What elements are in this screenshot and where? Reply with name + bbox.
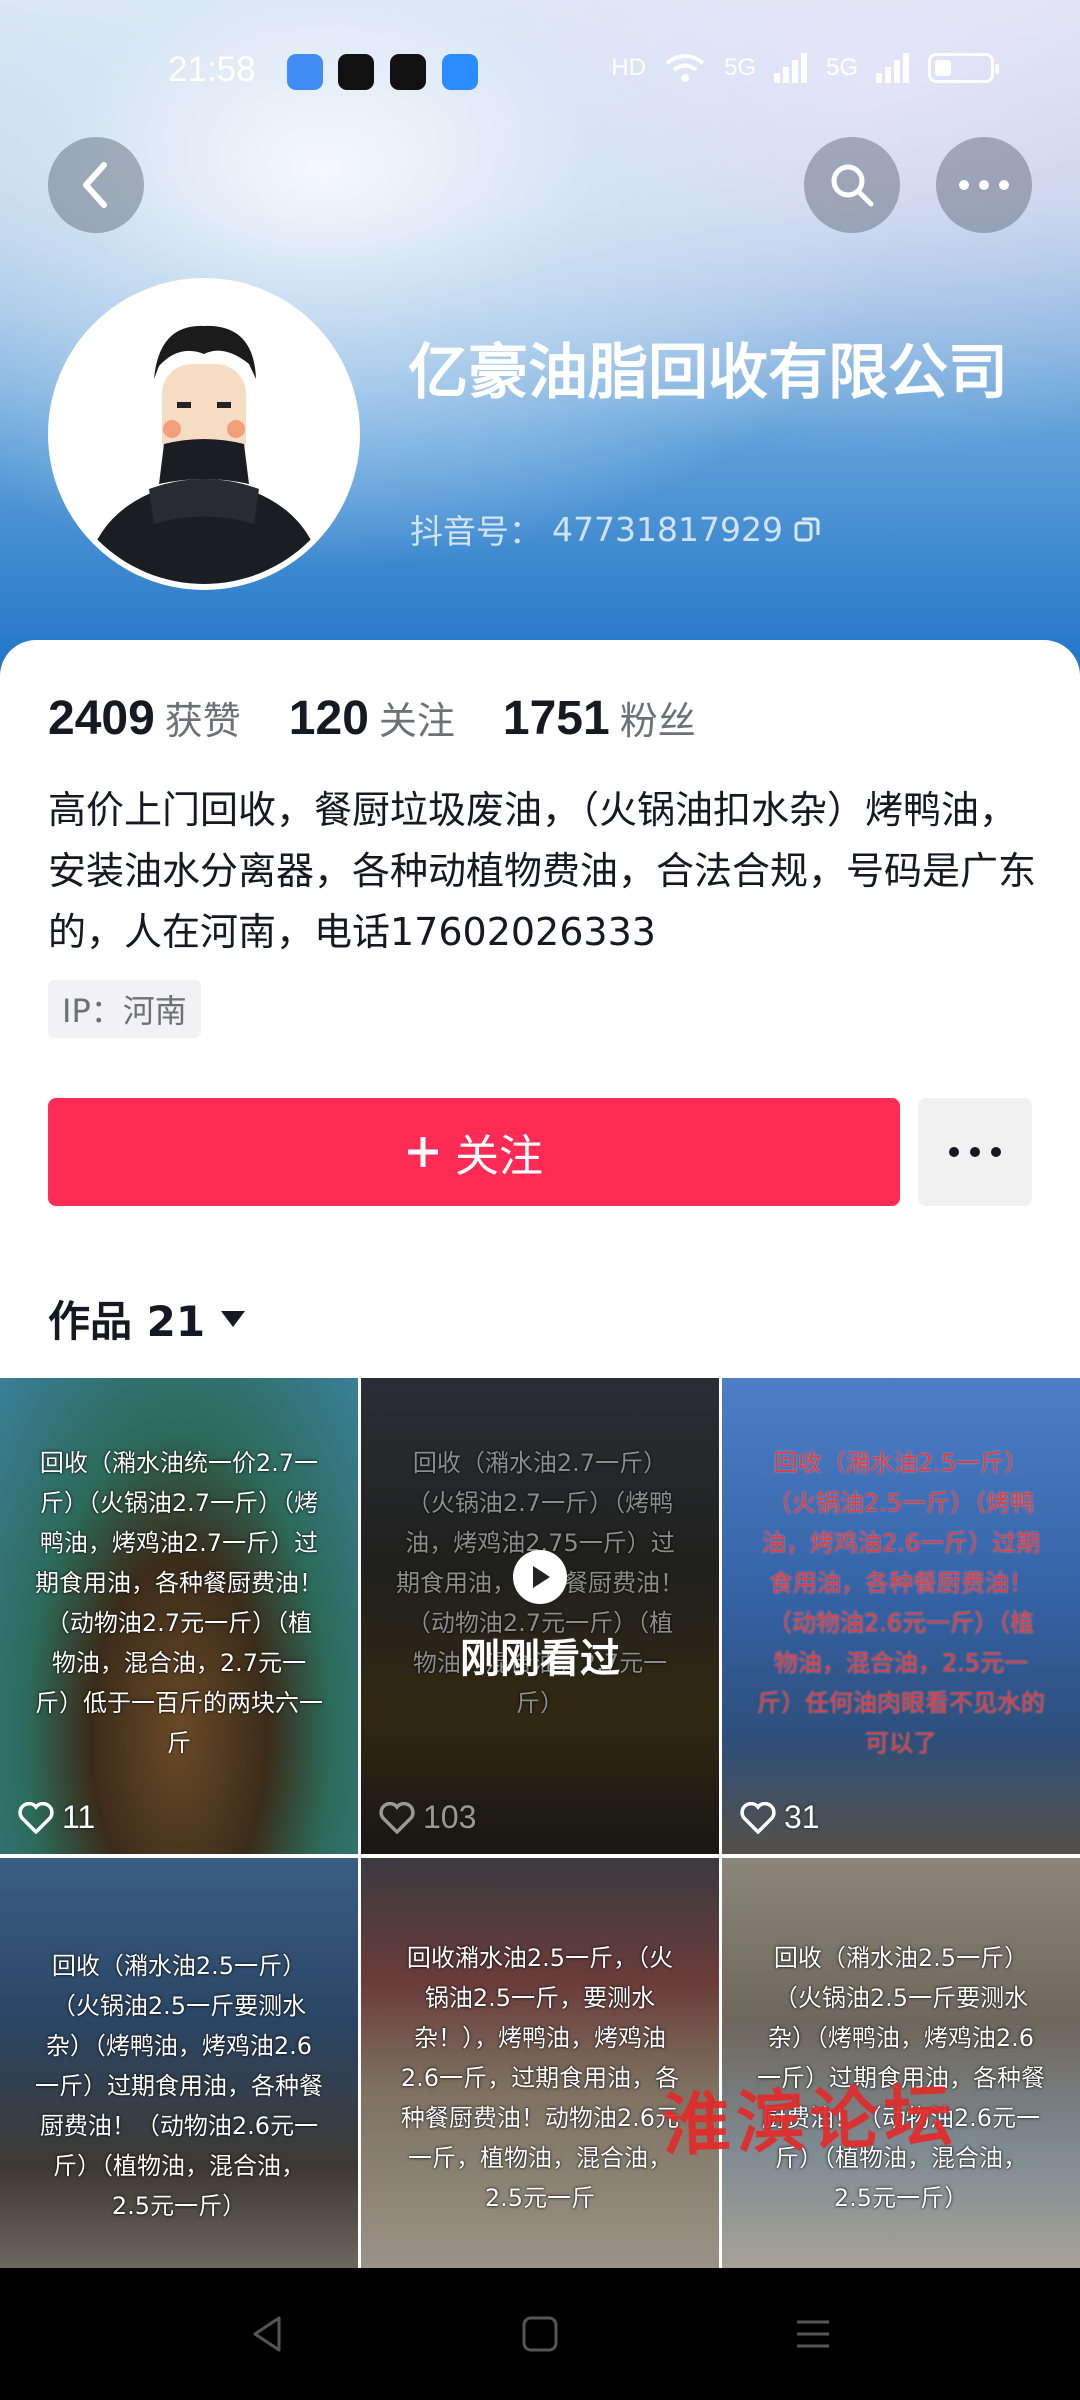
stat-likes[interactable]: 2409 获赞	[48, 690, 241, 746]
ip-location-tag: IP：河南	[48, 980, 201, 1038]
video-caption: 回收（潲水油2.5一斤）（火锅油2.5一斤要测水杂）（烤鸭油，烤鸡油2.6一斤）…	[35, 1952, 323, 2220]
stat-following[interactable]: 120 关注	[289, 690, 455, 746]
more-options-button[interactable]	[936, 137, 1032, 233]
video-likes-count: 11	[62, 1799, 96, 1835]
signal-icon	[773, 53, 807, 83]
back-button[interactable]	[48, 137, 144, 233]
weather-app-icon	[287, 54, 323, 90]
video-likes-count: 31	[784, 1799, 820, 1835]
forum-watermark: 淮滨论坛	[660, 2075, 960, 2167]
stat-followers-label: 粉丝	[619, 699, 696, 743]
search-button[interactable]	[804, 137, 900, 233]
stat-following-label: 关注	[378, 699, 455, 743]
capcut-app-icon	[390, 54, 426, 90]
more-actions-button[interactable]	[918, 1098, 1032, 1206]
heart-icon	[379, 1801, 415, 1834]
battery-icon	[928, 53, 999, 83]
video-likes: 103	[379, 1799, 476, 1836]
douyin-app-icon	[338, 54, 374, 90]
system-navigation-bar	[0, 2268, 1080, 2400]
nav-back-icon[interactable]	[247, 2314, 287, 2354]
tab-works[interactable]: 作品 21	[48, 1288, 247, 1349]
avatar-illustration	[54, 284, 354, 584]
douyin-id-label: 抖音号：	[410, 512, 542, 551]
douyin-id-value: 47731817929	[552, 509, 783, 549]
status-bar: 21:58 HD 5G 5G	[0, 0, 1080, 140]
status-indicators: HD 5G 5G	[611, 52, 999, 84]
nav-menu-icon[interactable]	[793, 2314, 833, 2354]
heart-icon	[740, 1801, 776, 1834]
follow-button[interactable]: 关注	[48, 1098, 900, 1206]
video-thumbnail[interactable]: 回收潲水油2.5一斤，（火锅油2.5一斤，要测水杂！），烤鸭油，烤鸡油2.6一斤…	[361, 1858, 719, 2272]
caret-down-icon	[221, 1310, 246, 1327]
works-tab-label: 作品 21	[48, 1297, 206, 1346]
stat-likes-label: 获赞	[164, 699, 241, 743]
nav-home-icon[interactable]	[520, 2314, 560, 2354]
video-caption: 回收（潲水油2.5一斤）（火锅油2.5一斤）（烤鸭油，烤鸡油2.6一斤）过期食用…	[757, 1449, 1045, 1757]
more-horizontal-icon	[959, 180, 1009, 190]
stat-followers[interactable]: 1751 粉丝	[503, 690, 696, 746]
recently-viewed-label: 刚刚看过	[460, 1636, 620, 1682]
signal-icon	[876, 53, 909, 83]
wifi-icon	[665, 54, 705, 82]
profile-name: 亿豪油脂回收有限公司	[408, 338, 1008, 408]
profile-stats: 2409 获赞 120 关注 1751 粉丝	[48, 690, 744, 746]
copy-icon[interactable]	[793, 515, 821, 543]
profile-bio: 高价上门回收，餐厨垃圾废油，（火锅油扣水杂）烤鸭油，安装油水分离器，各种动植物费…	[48, 788, 1037, 954]
plus-icon	[408, 1137, 438, 1167]
video-thumbnail[interactable]: 回收（潲水油2.5一斤）（火锅油2.5一斤要测水杂）（烤鸭油，烤鸡油2.6一斤）…	[0, 1858, 358, 2272]
avatar[interactable]	[48, 278, 360, 590]
play-icon	[513, 1550, 567, 1604]
video-likes-count: 103	[423, 1799, 477, 1835]
search-app-icon	[442, 54, 478, 90]
stat-followers-value: 1751	[502, 692, 610, 745]
heart-icon	[18, 1801, 54, 1834]
status-time: 21:58	[168, 50, 256, 89]
signal-5g-label-2: 5G	[825, 54, 858, 81]
video-thumbnail[interactable]: 回收（潲水油2.5一斤）（火锅油2.5一斤）（烤鸭油，烤鸡油2.6一斤）过期食用…	[722, 1378, 1080, 1854]
stat-following-value: 120	[288, 692, 369, 745]
stat-likes-value: 2409	[48, 692, 155, 745]
video-thumbnail-recently-viewed[interactable]: 回收（潲水油2.7一斤）（火锅油2.7一斤）（烤鸭油，烤鸡油2.75一斤）过期食…	[361, 1378, 719, 1854]
signal-5g-label-1: 5G	[723, 54, 756, 81]
follow-button-label: 关注	[455, 1131, 543, 1182]
recently-viewed-overlay	[361, 1378, 719, 1854]
more-horizontal-icon	[949, 1147, 1001, 1157]
video-likes: 31	[740, 1799, 820, 1836]
chevron-left-icon	[83, 162, 107, 208]
hd-badge: HD	[611, 54, 646, 81]
search-icon	[831, 164, 874, 207]
video-caption: 回收（潲水油统一价2.7一斤）（火锅油2.7一斤）（烤鸭油，烤鸡油2.7一斤）过…	[35, 1449, 323, 1757]
video-caption: 回收潲水油2.5一斤，（火锅油2.5一斤，要测水杂！），烤鸭油，烤鸡油2.6一斤…	[400, 1944, 680, 2212]
video-likes: 11	[18, 1799, 95, 1836]
video-thumbnail[interactable]: 回收（潲水油统一价2.7一斤）（火锅油2.7一斤）（烤鸭油，烤鸡油2.7一斤）过…	[0, 1378, 358, 1854]
douyin-id[interactable]: 抖音号： 47731817929	[410, 505, 821, 553]
